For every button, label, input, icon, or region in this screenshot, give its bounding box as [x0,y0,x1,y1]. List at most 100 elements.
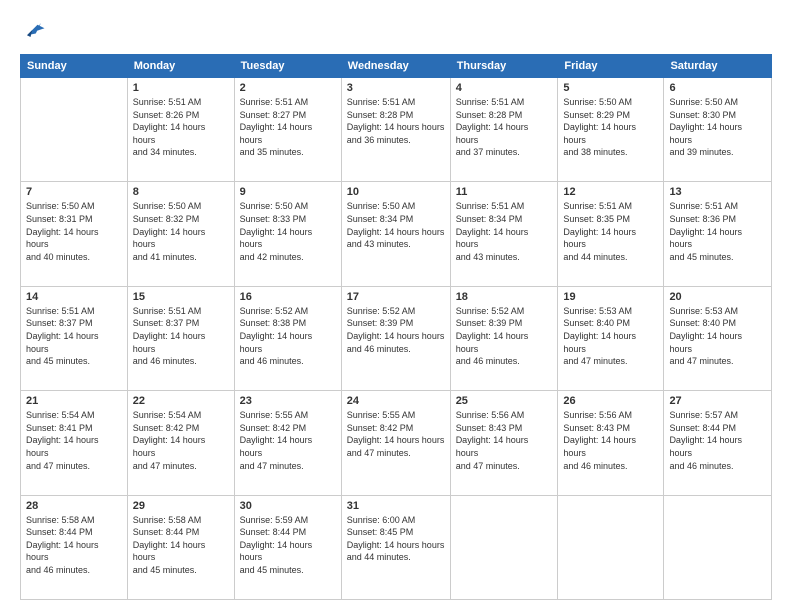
day-info: Sunrise: 5:50 AMSunset: 8:33 PMDaylight:… [240,200,336,263]
day-info: Sunrise: 5:58 AMSunset: 8:44 PMDaylight:… [26,514,122,577]
day-info: Sunrise: 5:51 AMSunset: 8:35 PMDaylight:… [563,200,658,263]
day-info: Sunrise: 5:51 AMSunset: 8:27 PMDaylight:… [240,96,336,159]
day-number: 25 [456,395,553,407]
day-number: 27 [669,395,766,407]
week-row-5: 28Sunrise: 5:58 AMSunset: 8:44 PMDayligh… [21,495,772,599]
day-cell: 28Sunrise: 5:58 AMSunset: 8:44 PMDayligh… [21,495,128,599]
header-wednesday: Wednesday [341,55,450,78]
logo [20,16,52,44]
day-info: Sunrise: 5:50 AMSunset: 8:29 PMDaylight:… [563,96,658,159]
day-cell: 16Sunrise: 5:52 AMSunset: 8:38 PMDayligh… [234,286,341,390]
day-cell [558,495,664,599]
day-cell: 25 Sunrise: 5:56 AMSunset: 8:43 PMDayligh… [450,391,558,495]
day-info: Sunrise: 5:52 AMSunset: 8:39 PMDaylight:… [456,305,553,368]
day-info: Sunrise: 5:57 AMSunset: 8:44 PMDaylight:… [669,409,766,472]
day-number: 11 [456,186,553,198]
header-thursday: Thursday [450,55,558,78]
header-sunday: Sunday [21,55,128,78]
header-tuesday: Tuesday [234,55,341,78]
day-cell: 14 Sunrise: 5:51 AMSunset: 8:37 PMDayligh… [21,286,128,390]
day-number: 26 [563,395,658,407]
day-info: Sunrise: 5:51 AMSunset: 8:37 PMDaylight:… [133,305,229,368]
day-number: 19 [563,291,658,303]
day-number: 5 [563,82,658,94]
day-info: Sunrise: 5:58 AMSunset: 8:44 PMDaylight:… [133,514,229,577]
day-number: 24 [347,395,445,407]
day-info: Sunrise: 5:56 AMSunset: 8:43 PMDaylight:… [563,409,658,472]
day-info: Sunrise: 5:55 AMSunset: 8:42 PMDaylight:… [347,409,445,459]
day-cell: 27 Sunrise: 5:57 AMSunset: 8:44 PMDayligh… [664,391,772,495]
day-cell: 6Sunrise: 5:50 AMSunset: 8:30 PMDaylight… [664,78,772,182]
day-cell: 10 Sunrise: 5:50 AMSunset: 8:34 PMDayligh… [341,182,450,286]
day-cell: 30Sunrise: 5:59 AMSunset: 8:44 PMDayligh… [234,495,341,599]
day-number: 17 [347,291,445,303]
day-number: 10 [347,186,445,198]
day-number: 29 [133,500,229,512]
day-number: 15 [133,291,229,303]
week-row-4: 21 Sunrise: 5:54 AMSunset: 8:41 PMDayligh… [21,391,772,495]
day-info: Sunrise: 5:50 AMSunset: 8:34 PMDaylight:… [347,200,445,250]
day-number: 8 [133,186,229,198]
day-number: 9 [240,186,336,198]
day-info: Sunrise: 5:52 AMSunset: 8:39 PMDaylight:… [347,305,445,355]
day-info: Sunrise: 5:53 AMSunset: 8:40 PMDaylight:… [669,305,766,368]
day-info: Sunrise: 5:56 AMSunset: 8:43 PMDaylight:… [456,409,553,472]
day-info: Sunrise: 5:51 AMSunset: 8:26 PMDaylight:… [133,96,229,159]
day-number: 21 [26,395,122,407]
day-info: Sunrise: 5:51 AMSunset: 8:28 PMDaylight:… [347,96,445,146]
day-cell: 11 Sunrise: 5:51 AMSunset: 8:34 PMDayligh… [450,182,558,286]
day-info: Sunrise: 5:50 AMSunset: 8:32 PMDaylight:… [133,200,229,263]
day-cell: 12 Sunrise: 5:51 AMSunset: 8:35 PMDayligh… [558,182,664,286]
day-number: 23 [240,395,336,407]
day-cell: 5 Sunrise: 5:50 AMSunset: 8:29 PMDaylight… [558,78,664,182]
day-info: Sunrise: 5:53 AMSunset: 8:40 PMDaylight:… [563,305,658,368]
day-cell: 13Sunrise: 5:51 AMSunset: 8:36 PMDayligh… [664,182,772,286]
day-number: 2 [240,82,336,94]
day-cell: 7Sunrise: 5:50 AMSunset: 8:31 PMDaylight… [21,182,128,286]
day-info: Sunrise: 5:55 AMSunset: 8:42 PMDaylight:… [240,409,336,472]
day-number: 1 [133,82,229,94]
week-row-1: 1 Sunrise: 5:51 AMSunset: 8:26 PMDaylight… [21,78,772,182]
day-cell: 4 Sunrise: 5:51 AMSunset: 8:28 PMDaylight… [450,78,558,182]
day-cell: 2 Sunrise: 5:51 AMSunset: 8:27 PMDaylight… [234,78,341,182]
day-info: Sunrise: 5:54 AMSunset: 8:41 PMDaylight:… [26,409,122,472]
day-cell [450,495,558,599]
day-cell: 19 Sunrise: 5:53 AMSunset: 8:40 PMDayligh… [558,286,664,390]
day-cell: 1 Sunrise: 5:51 AMSunset: 8:26 PMDaylight… [127,78,234,182]
logo-bird-icon [20,16,48,44]
day-cell: 21 Sunrise: 5:54 AMSunset: 8:41 PMDayligh… [21,391,128,495]
day-cell: 9 Sunrise: 5:50 AMSunset: 8:33 PMDaylight… [234,182,341,286]
day-number: 14 [26,291,122,303]
day-info: Sunrise: 6:00 AMSunset: 8:45 PMDaylight:… [347,514,445,564]
calendar-table: SundayMondayTuesdayWednesdayThursdayFrid… [20,54,772,600]
day-cell: 29 Sunrise: 5:58 AMSunset: 8:44 PMDayligh… [127,495,234,599]
day-number: 30 [240,500,336,512]
day-number: 12 [563,186,658,198]
header-monday: Monday [127,55,234,78]
day-cell: 31Sunrise: 6:00 AMSunset: 8:45 PMDayligh… [341,495,450,599]
header-friday: Friday [558,55,664,78]
day-cell: 15 Sunrise: 5:51 AMSunset: 8:37 PMDayligh… [127,286,234,390]
page: SundayMondayTuesdayWednesdayThursdayFrid… [0,0,792,612]
day-cell: 8 Sunrise: 5:50 AMSunset: 8:32 PMDaylight… [127,182,234,286]
header [20,16,772,44]
header-saturday: Saturday [664,55,772,78]
day-number: 20 [669,291,766,303]
day-cell: 24 Sunrise: 5:55 AMSunset: 8:42 PMDayligh… [341,391,450,495]
day-cell [664,495,772,599]
day-info: Sunrise: 5:51 AMSunset: 8:28 PMDaylight:… [456,96,553,159]
day-number: 3 [347,82,445,94]
day-cell: 3 Sunrise: 5:51 AMSunset: 8:28 PMDaylight… [341,78,450,182]
day-info: Sunrise: 5:51 AMSunset: 8:37 PMDaylight:… [26,305,122,368]
header-row: SundayMondayTuesdayWednesdayThursdayFrid… [21,55,772,78]
day-cell: 20 Sunrise: 5:53 AMSunset: 8:40 PMDayligh… [664,286,772,390]
day-info: Sunrise: 5:54 AMSunset: 8:42 PMDaylight:… [133,409,229,472]
day-cell: 17 Sunrise: 5:52 AMSunset: 8:39 PMDayligh… [341,286,450,390]
day-number: 6 [669,82,766,94]
day-number: 16 [240,291,336,303]
day-info: Sunrise: 5:51 AMSunset: 8:34 PMDaylight:… [456,200,553,263]
week-row-2: 7Sunrise: 5:50 AMSunset: 8:31 PMDaylight… [21,182,772,286]
day-cell: 23 Sunrise: 5:55 AMSunset: 8:42 PMDayligh… [234,391,341,495]
day-cell [21,78,128,182]
day-number: 4 [456,82,553,94]
